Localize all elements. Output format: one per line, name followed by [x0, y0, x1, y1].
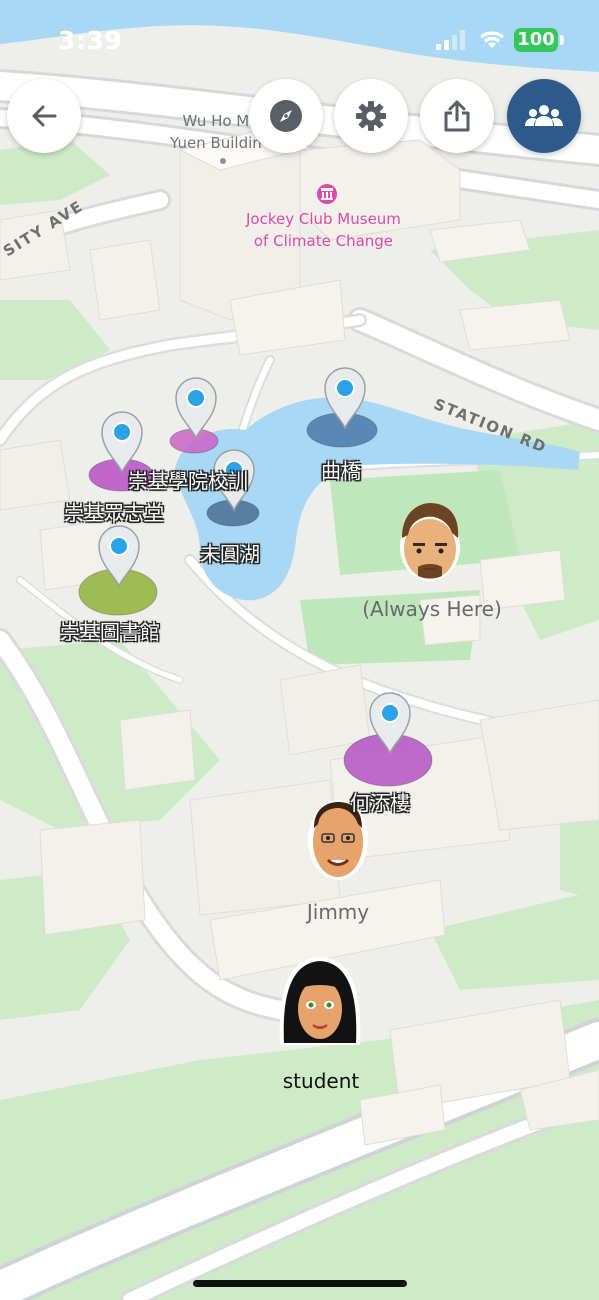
- museum-label[interactable]: Jockey Club Museum of Climate Change: [246, 208, 401, 252]
- pin-dot: [380, 703, 400, 723]
- home-indicator: [193, 1280, 407, 1287]
- person-label-jimmy: Jimmy: [306, 900, 370, 924]
- person-label-student: student: [282, 1069, 360, 1093]
- building-label-line: Wu Ho M: [182, 112, 250, 130]
- wifi-icon: [480, 31, 504, 48]
- battery-tip: [560, 35, 564, 45]
- pin-label-motto[interactable]: 崇基學院校訓: [128, 465, 248, 494]
- pin-dot: [109, 536, 129, 556]
- pin-label-lake[interactable]: 未圓湖: [200, 538, 260, 567]
- compass-icon: [270, 100, 302, 132]
- campus-map[interactable]: [0, 0, 599, 1300]
- arrow-left-icon: [32, 105, 57, 127]
- pin-dot: [112, 422, 132, 442]
- pin-dot: [186, 388, 206, 408]
- pin-label-chapel[interactable]: 崇基眾志堂: [64, 497, 164, 526]
- back-button[interactable]: [7, 79, 81, 153]
- museum-label-line: of Climate Change: [253, 232, 394, 250]
- museum-label-line: Jockey Club Museum: [246, 210, 401, 228]
- building-label-line: Yuen Buildin: [170, 134, 262, 152]
- cellular-signal-icon: [436, 30, 465, 50]
- group-icon: [525, 105, 563, 126]
- person-label-always-here: (Always Here): [362, 597, 502, 621]
- avatar-always-here[interactable]: [400, 503, 460, 581]
- pin-dot: [335, 378, 355, 398]
- museum-icon: [317, 184, 337, 204]
- share-button[interactable]: [420, 79, 494, 153]
- pin-label-bridge[interactable]: 曲橋: [321, 455, 361, 484]
- settings-button[interactable]: [334, 79, 408, 153]
- building-label-wu-ho-man: Wu Ho M Yuen Buildin: [170, 110, 262, 154]
- group-button[interactable]: [507, 79, 581, 153]
- battery-level: 100: [514, 28, 558, 52]
- gear-icon: [356, 101, 386, 131]
- status-bar: 3:39 100: [0, 0, 599, 80]
- poi-dot: [220, 158, 226, 164]
- share-icon: [444, 100, 470, 132]
- status-time: 3:39: [58, 26, 123, 55]
- pin-label-ho-tim-building[interactable]: 何添樓: [350, 787, 410, 816]
- compass-button[interactable]: [249, 79, 323, 153]
- pin-label-library[interactable]: 崇基圖書館: [60, 616, 160, 645]
